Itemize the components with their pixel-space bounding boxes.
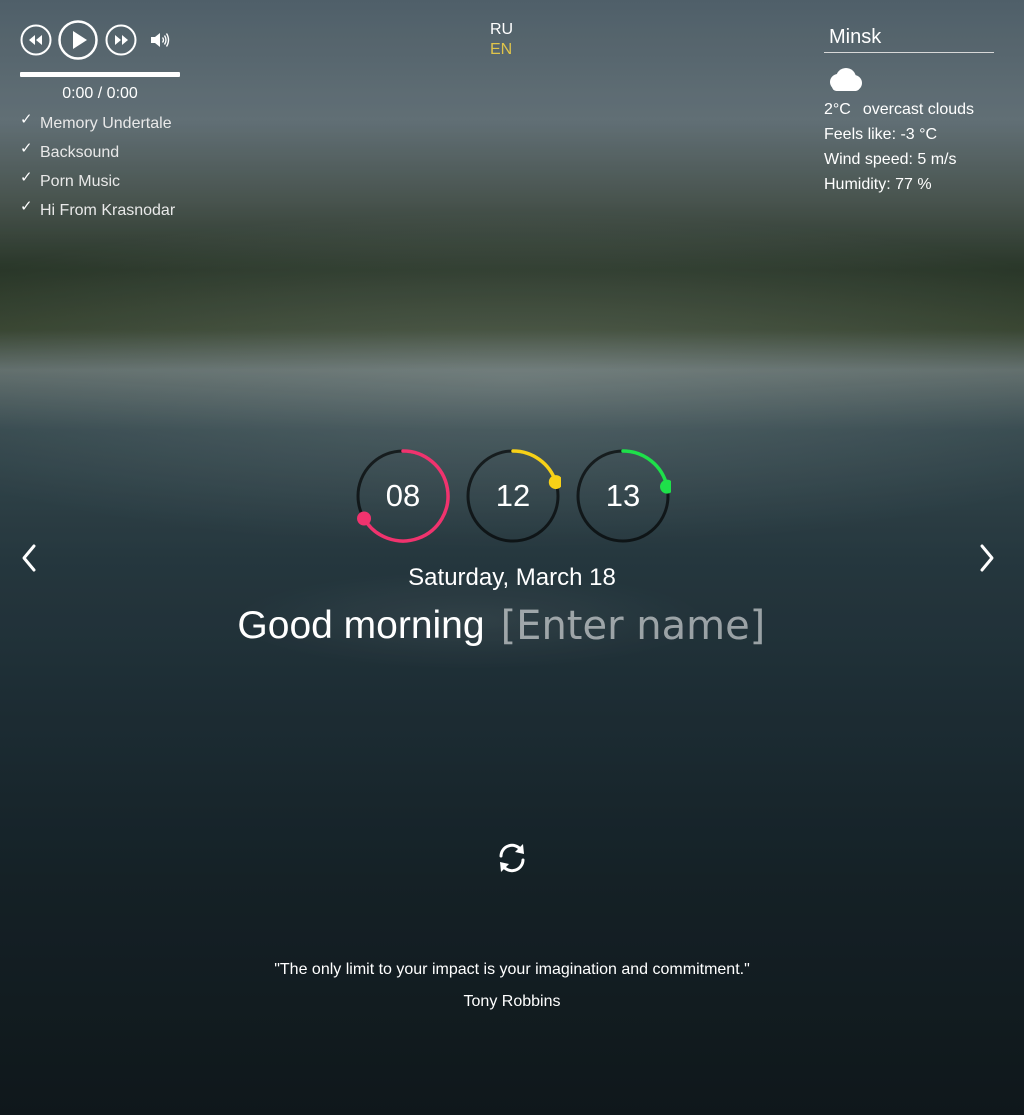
check-icon: ✓ <box>20 169 33 186</box>
minutes-dial: 12 <box>465 448 561 544</box>
hours-dial: 08 <box>355 448 451 544</box>
playlist-item-title: Hi From Krasnodar <box>40 202 176 219</box>
city-input[interactable] <box>824 22 994 53</box>
playlist-item[interactable]: ✓ Backsound <box>20 138 190 167</box>
clock: 08 12 13 <box>355 448 675 544</box>
slide-next-button[interactable] <box>972 540 1002 576</box>
playlist-item[interactable]: ✓ Hi From Krasnodar <box>20 196 190 225</box>
hours-value: 08 <box>385 478 421 513</box>
fast-forward-icon <box>105 24 137 56</box>
play-button[interactable] <box>58 20 98 60</box>
greeting-container: Good morning <box>0 603 1024 649</box>
check-icon: ✓ <box>20 140 33 157</box>
play-next-button[interactable] <box>105 24 137 56</box>
weather-summary: 2°C overcast clouds <box>824 97 1004 122</box>
play-prev-button[interactable] <box>20 24 52 56</box>
feels-like: Feels like: -3 °C <box>824 126 938 143</box>
check-icon: ✓ <box>20 198 33 215</box>
check-icon: ✓ <box>20 111 33 128</box>
playlist-item[interactable]: ✓ Memory Undertale <box>20 109 190 138</box>
slide-prev-button[interactable] <box>14 540 44 576</box>
chevron-left-icon <box>22 544 36 572</box>
rewind-icon <box>20 24 52 56</box>
temperature: 2°C <box>824 101 851 118</box>
weather-widget: 2°C overcast clouds Feels like: -3 °C Win… <box>824 22 1004 197</box>
humidity: Humidity: 77 % <box>824 176 932 193</box>
chevron-right-icon <box>980 544 994 572</box>
player-progress-bar[interactable] <box>20 72 180 77</box>
audio-player: 0:00 / 0:00 ✓ Memory Undertale ✓ Backsou… <box>20 20 190 225</box>
playlist-item[interactable]: ✓ Porn Music <box>20 167 190 196</box>
volume-button[interactable] <box>149 30 171 50</box>
greeting-text: Good morning <box>237 604 485 647</box>
refresh-icon <box>499 843 525 873</box>
quote-text: "The only limit to your impact is your i… <box>274 961 750 978</box>
change-quote-button[interactable] <box>494 840 530 876</box>
playlist-item-title: Memory Undertale <box>40 115 172 132</box>
language-option-ru[interactable]: RU <box>490 20 513 40</box>
playlist: ✓ Memory Undertale ✓ Backsound ✓ Porn Mu… <box>20 109 190 225</box>
volume-icon <box>151 33 170 47</box>
wind-speed: Wind speed: 5 m/s <box>824 151 957 168</box>
playlist-item-title: Porn Music <box>40 173 121 190</box>
seconds-value: 13 <box>605 478 641 513</box>
overcast-clouds-icon <box>824 67 1004 97</box>
player-time: 0:00 / 0:00 <box>62 85 138 102</box>
date: Saturday, March 18 <box>408 564 616 591</box>
playlist-item-title: Backsound <box>40 144 120 161</box>
language-option-en[interactable]: EN <box>490 40 513 60</box>
player-controls <box>20 20 190 60</box>
language-switch: RU EN <box>490 20 513 60</box>
minutes-value: 12 <box>495 478 531 513</box>
name-input[interactable] <box>494 603 787 649</box>
quote-author: Tony Robbins <box>463 993 561 1010</box>
play-icon <box>58 20 98 60</box>
weather-description: overcast clouds <box>862 101 975 118</box>
seconds-dial: 13 <box>575 448 671 544</box>
